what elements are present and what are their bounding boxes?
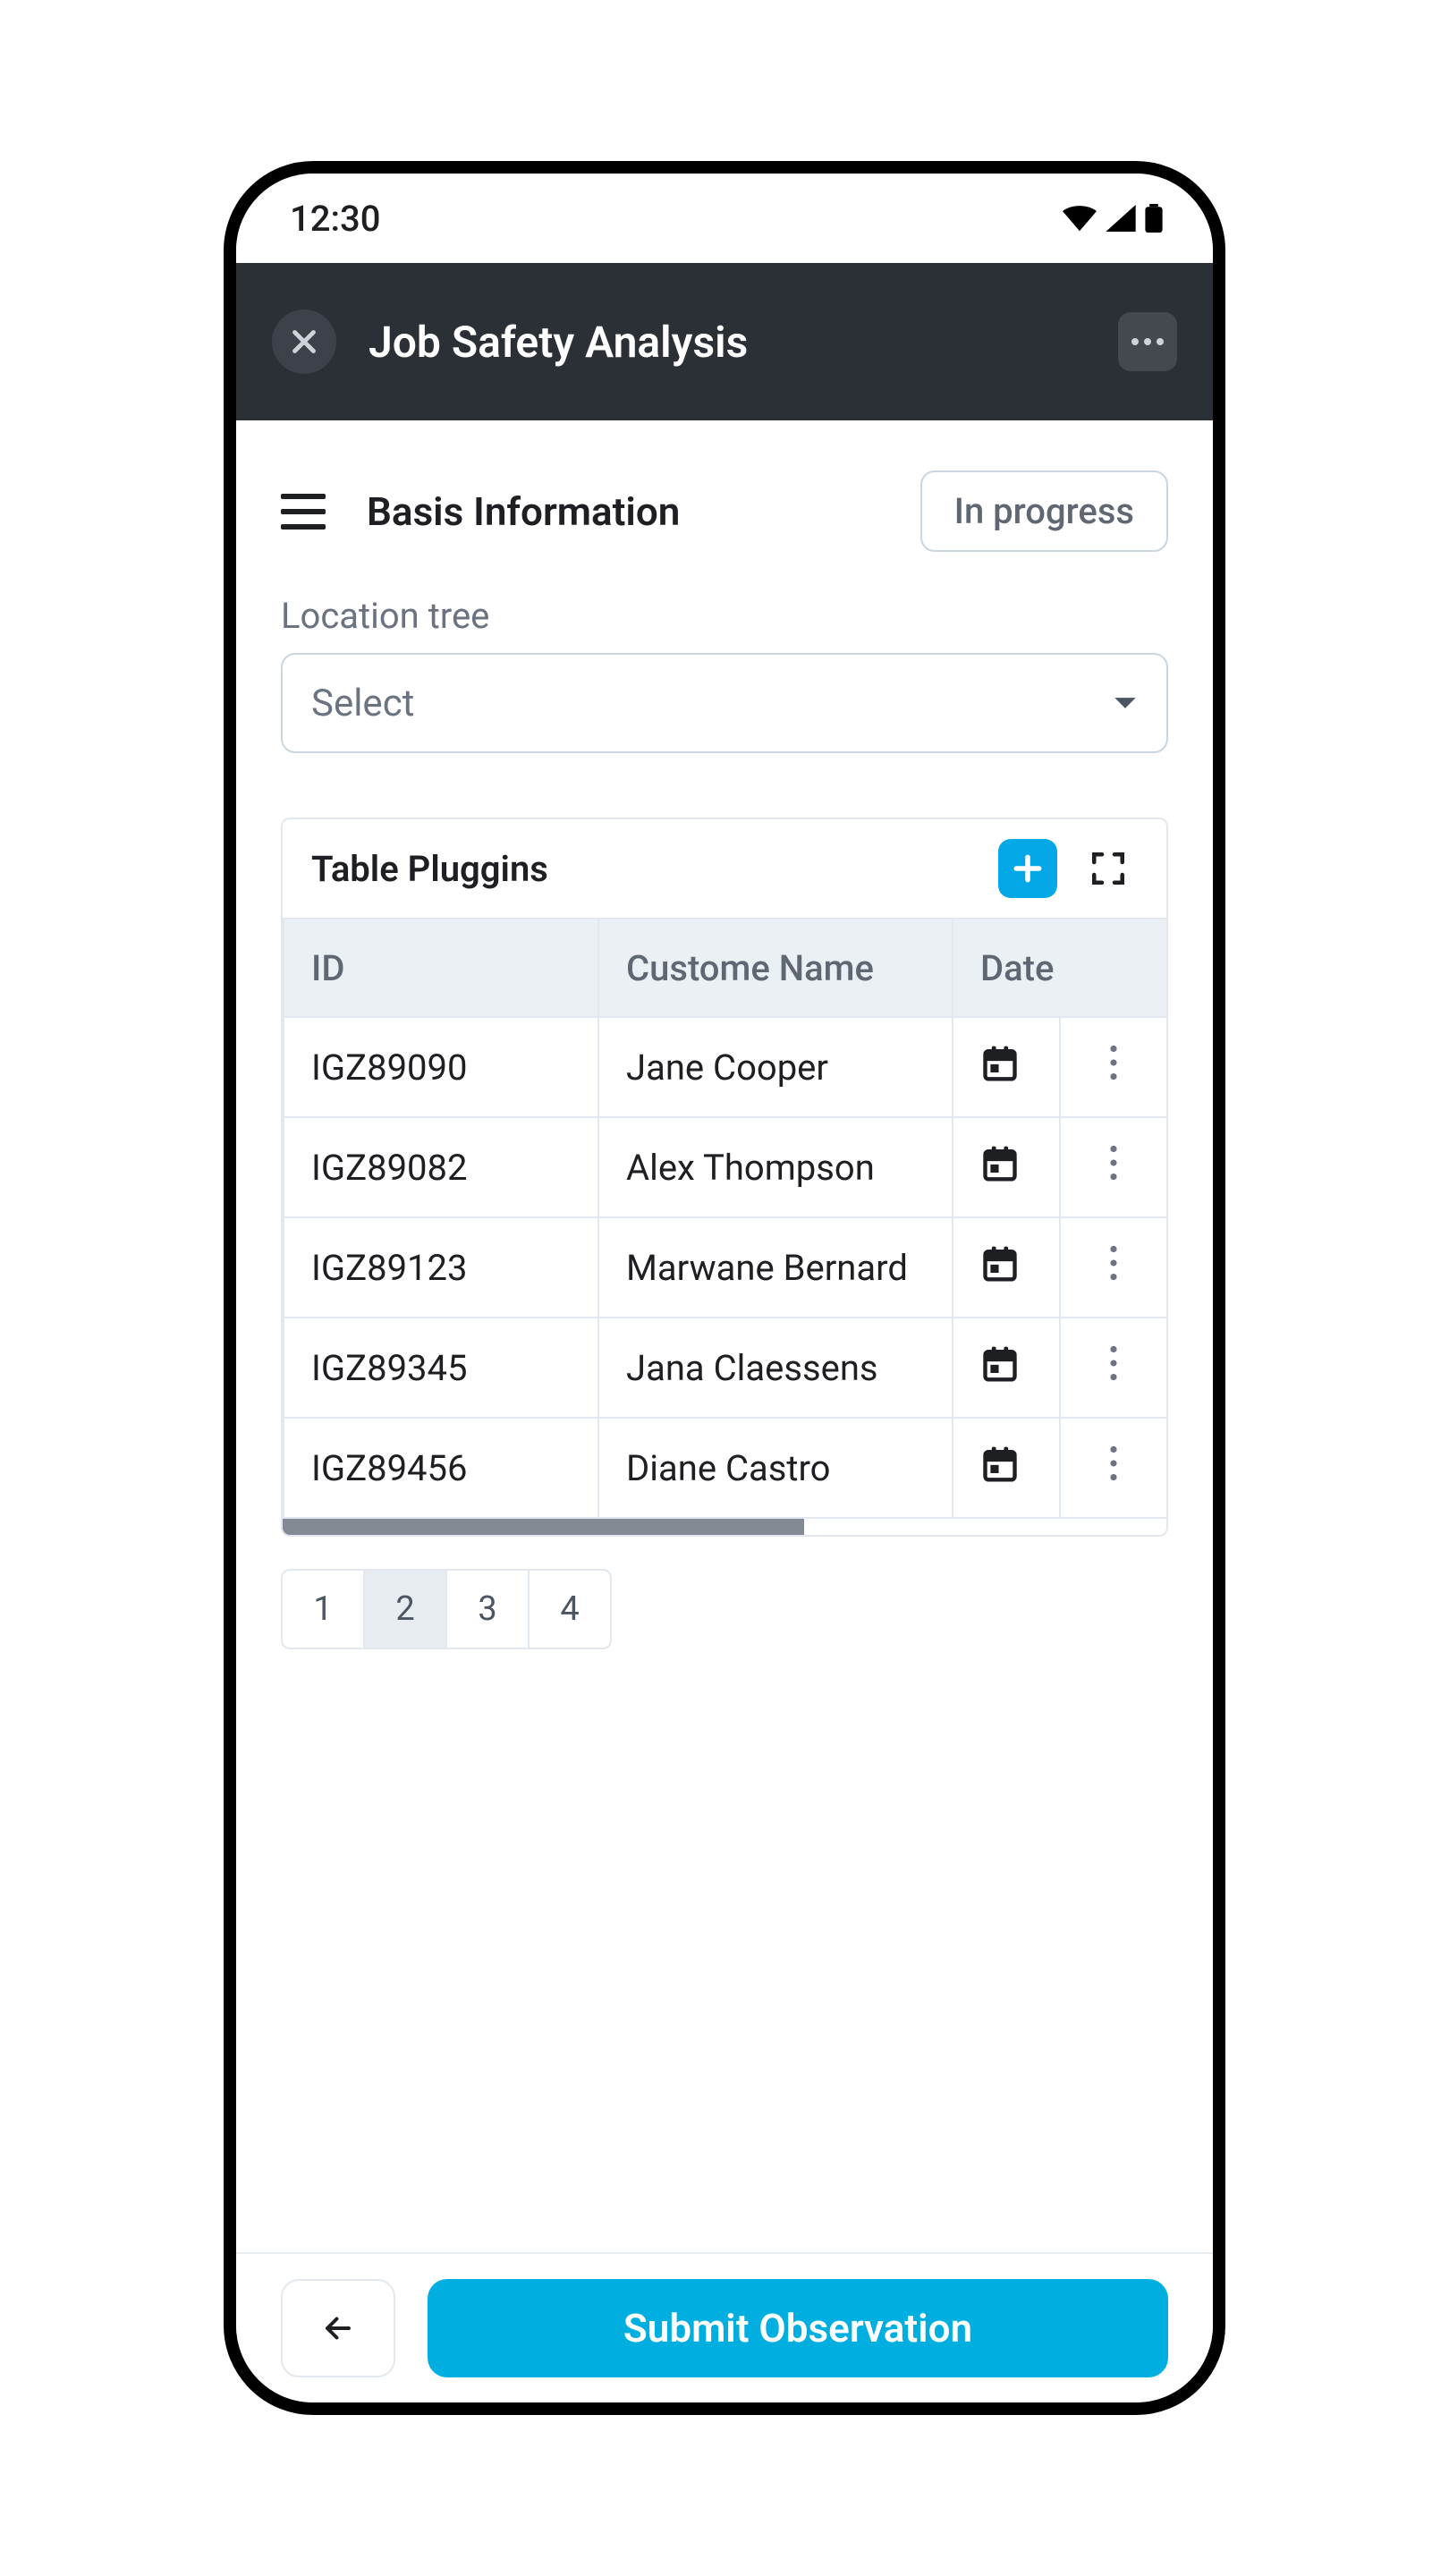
content-area: Basis Information In progress Location t…: [236, 420, 1213, 2402]
cell-id: IGZ89123: [284, 1217, 598, 1318]
table-row[interactable]: IGZ89082Alex Thompson: [284, 1117, 1166, 1217]
table-card: Table Pluggins ID Custome Name: [281, 818, 1168, 1537]
expand-icon: [1089, 850, 1127, 887]
cell-name: Marwane Bernard: [598, 1217, 953, 1318]
submit-button[interactable]: Submit Observation: [428, 2279, 1168, 2377]
more-vertical-icon: [1109, 1345, 1118, 1390]
cell-actions[interactable]: [1060, 1318, 1166, 1418]
expand-button[interactable]: [1079, 839, 1138, 898]
section-title: Basis Information: [367, 488, 920, 535]
more-vertical-icon: [1109, 1445, 1118, 1490]
section-header: Basis Information In progress: [236, 420, 1213, 595]
status-badge[interactable]: In progress: [920, 470, 1168, 552]
cell-actions[interactable]: [1060, 1017, 1166, 1117]
hamburger-line: [281, 494, 326, 499]
table-row[interactable]: IGZ89456Diane Castro: [284, 1418, 1166, 1518]
footer: Submit Observation: [236, 2252, 1213, 2402]
calendar-icon: [980, 1444, 1020, 1492]
table-row[interactable]: IGZ89090Jane Cooper: [284, 1017, 1166, 1117]
page-button-3[interactable]: 3: [445, 1569, 530, 1649]
wifi-icon: [1063, 205, 1097, 232]
cell-name: Alex Thompson: [598, 1117, 953, 1217]
status-bar: 12:30: [236, 174, 1213, 263]
header-title: Job Safety Analysis: [369, 317, 1086, 368]
cell-id: IGZ89345: [284, 1318, 598, 1418]
battery-icon: [1145, 204, 1163, 233]
phone-frame: 12:30 Job Safety Analysis Basis Informat…: [224, 161, 1225, 2415]
hamburger-line: [281, 524, 326, 530]
calendar-icon: [980, 1043, 1020, 1091]
location-label: Location tree: [236, 595, 1213, 653]
add-button[interactable]: [998, 839, 1057, 898]
column-header-name[interactable]: Custome Name: [598, 919, 953, 1017]
horizontal-scrollbar-thumb[interactable]: [283, 1519, 804, 1535]
status-icons: [1063, 204, 1163, 233]
menu-button[interactable]: [281, 487, 331, 537]
column-header-id[interactable]: ID: [284, 919, 598, 1017]
cell-date[interactable]: [953, 1217, 1060, 1318]
cell-date[interactable]: [953, 1318, 1060, 1418]
submit-button-label: Submit Observation: [623, 2305, 972, 2351]
cell-actions[interactable]: [1060, 1418, 1166, 1518]
table-card-title: Table Pluggins: [311, 848, 998, 890]
hamburger-line: [281, 509, 326, 514]
table-header-row: ID Custome Name Date: [284, 919, 1166, 1017]
horizontal-scrollbar[interactable]: [283, 1519, 1166, 1535]
table-row[interactable]: IGZ89345Jana Claessens: [284, 1318, 1166, 1418]
data-table: ID Custome Name Date IGZ89090Jane Cooper…: [283, 918, 1166, 1519]
chevron-down-icon: [1113, 695, 1138, 711]
table-card-header: Table Pluggins: [283, 819, 1166, 918]
page-button-4[interactable]: 4: [528, 1569, 612, 1649]
calendar-icon: [980, 1143, 1020, 1191]
more-horizontal-icon: [1130, 336, 1165, 347]
more-vertical-icon: [1109, 1045, 1118, 1089]
cell-actions[interactable]: [1060, 1117, 1166, 1217]
page-button-1[interactable]: 1: [281, 1569, 365, 1649]
calendar-icon: [980, 1343, 1020, 1392]
cell-id: IGZ89082: [284, 1117, 598, 1217]
cell-id: IGZ89090: [284, 1017, 598, 1117]
page-button-2[interactable]: 2: [363, 1569, 447, 1649]
cell-date[interactable]: [953, 1418, 1060, 1518]
pagination: 1234: [236, 1537, 1213, 1682]
spacer: [236, 1682, 1213, 2252]
cell-id: IGZ89456: [284, 1418, 598, 1518]
location-select[interactable]: Select: [281, 653, 1168, 753]
cell-actions[interactable]: [1060, 1217, 1166, 1318]
cell-name: Jane Cooper: [598, 1017, 953, 1117]
more-vertical-icon: [1109, 1145, 1118, 1190]
cell-name: Diane Castro: [598, 1418, 953, 1518]
header-more-button[interactable]: [1118, 312, 1177, 371]
cell-name: Jana Claessens: [598, 1318, 953, 1418]
table-row[interactable]: IGZ89123Marwane Bernard: [284, 1217, 1166, 1318]
app-header: Job Safety Analysis: [236, 263, 1213, 420]
arrow-left-icon: [318, 2312, 358, 2344]
status-time: 12:30: [290, 198, 380, 240]
close-button[interactable]: [272, 309, 336, 374]
cell-date[interactable]: [953, 1017, 1060, 1117]
more-vertical-icon: [1109, 1245, 1118, 1290]
back-button[interactable]: [281, 2279, 395, 2377]
location-select-placeholder: Select: [311, 682, 414, 725]
calendar-icon: [980, 1243, 1020, 1292]
column-header-date[interactable]: Date: [953, 919, 1166, 1017]
plus-icon: [1011, 852, 1045, 886]
table-scroll[interactable]: ID Custome Name Date IGZ89090Jane Cooper…: [283, 918, 1166, 1535]
cellular-icon: [1106, 205, 1136, 232]
close-icon: [288, 326, 320, 358]
cell-date[interactable]: [953, 1117, 1060, 1217]
